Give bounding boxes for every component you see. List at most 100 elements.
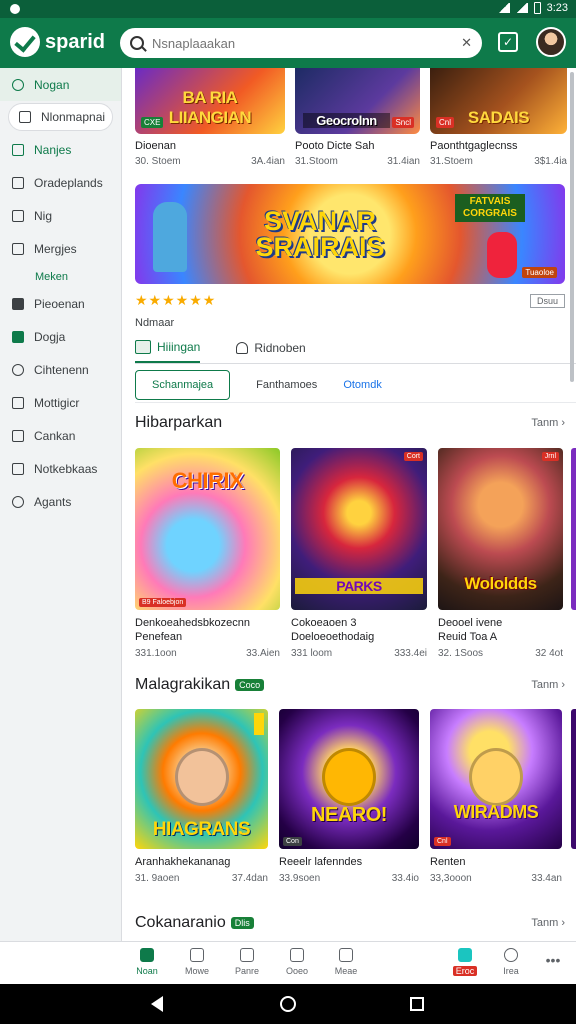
tab-notifications[interactable]: Ridnoben [236, 336, 306, 363]
scrollbar[interactable] [570, 72, 574, 382]
sidebar-item-grid[interactable]: Notkebkaas [0, 452, 121, 485]
chip-filter[interactable]: Fanthamoes [256, 379, 317, 391]
nav-item-bookmark[interactable]: Mowe [172, 948, 222, 976]
tab-bar: Hiiingan Ridnoben [135, 336, 576, 364]
nav-item-more[interactable]: ••• [528, 952, 576, 968]
sidebar-item-label: Cihtenenn [34, 362, 89, 377]
back-icon[interactable] [151, 996, 163, 1012]
chip-filter[interactable]: Schanmajea [135, 369, 231, 400]
game-card[interactable]: NEARO! Con Reeelr lafenndes 33.9soen 33.4… [279, 709, 419, 884]
game-thumbnail[interactable]: Wololdds Jrnl [438, 448, 563, 610]
game-thumbnail[interactable]: SADAIS Cnl [430, 68, 567, 134]
game-count: 331.1oon [135, 648, 177, 659]
home-circle-icon[interactable] [280, 996, 296, 1012]
game-badge: CXE [141, 117, 164, 128]
sidebar-item-checklist[interactable]: Nig [0, 199, 121, 232]
nav-item-home[interactable]: Noan [122, 948, 172, 976]
more-label: Tanm [531, 917, 559, 929]
game-card[interactable]: CHIRIX B9 Faloebjon Denkoeahedsbkozecnn … [135, 448, 280, 659]
game-price: 33.4io [391, 873, 419, 884]
game-thumbnail[interactable]: WIRADMS Cnl [430, 709, 562, 849]
ad-chip[interactable]: Dsuu [529, 294, 565, 308]
featured-banner[interactable]: SVANAR SRAIRAIS FATVAIS CORGRAIS Tuaoloe [135, 184, 565, 284]
game-badge: Jrnl [541, 452, 559, 461]
nav-item-news[interactable]: Meae [321, 948, 371, 976]
bottom-nav: Noan Mowe Panre Ooeo Meae Eroc Irea ••• [0, 941, 576, 984]
sidebar-item-settings[interactable]: Agants [0, 485, 121, 518]
sidebar-item-label: Mottigicr [34, 395, 80, 410]
game-price: 31.4ian [387, 156, 420, 167]
checkbox-icon[interactable]: ✓ [498, 32, 518, 52]
game-subtitle: Doeloeoethodaig [291, 631, 375, 643]
game-thumbnail[interactable]: NEARO! Con [279, 709, 419, 849]
banner-subtitle: Ndmaar [135, 317, 175, 329]
sidebar-item-games[interactable]: Oradeplands [0, 166, 121, 199]
game-thumbnail[interactable]: BA RIA LIIANGIAN CXE [135, 68, 285, 134]
avatar[interactable] [536, 27, 566, 57]
battery-icon [533, 2, 541, 14]
game-count: 331 loom [291, 648, 333, 659]
app-logo[interactable]: sparid [10, 27, 105, 57]
tab-library[interactable]: Hiiingan [135, 336, 201, 363]
sidebar-item-edit-box[interactable]: Mottigicr [0, 386, 121, 419]
search-icon [12, 78, 24, 91]
sidebar-item-search[interactable]: Nogan [0, 68, 121, 101]
sidebar-item-label: Cankan [34, 428, 76, 443]
game-count: 31.Stoom [295, 156, 338, 167]
nav-item-chat[interactable]: Ooeo [272, 948, 322, 976]
section-more-link[interactable]: Tanm › [531, 417, 565, 429]
game-art-title: BA RIA LIIANGIAN [168, 88, 252, 127]
clock-icon [12, 363, 24, 376]
section-more-link[interactable]: Tanm › [531, 679, 565, 691]
logo-check-icon [10, 27, 40, 57]
filter-chips: Schanmajea Fanthamoes Otomdk [135, 367, 576, 403]
game-thumbnail[interactable]: CHIRIX B9 Faloebjon [135, 448, 280, 610]
system-nav-bar [0, 984, 576, 1024]
game-count: 31. 9aoen [135, 873, 180, 884]
game-badge: Cnl [436, 117, 455, 128]
section-more-link[interactable]: Tanm › [531, 917, 565, 929]
game-thumbnail[interactable]: HIAGRANS [135, 709, 268, 849]
game-thumbnail[interactable]: PARKS Cort [291, 448, 427, 610]
game-card[interactable]: Wololdds Jrnl Deooel ivene Reuid Toa A 3… [438, 448, 563, 659]
game-thumbnail[interactable]: Geocrolnn Sncl [295, 68, 420, 134]
sidebar-item-library[interactable]: Nanjes [0, 133, 121, 166]
search-bar[interactable]: ✕ [120, 28, 482, 58]
card-icon [12, 429, 24, 442]
game-card[interactable]: WIRADMS Cnl Renten 33,3ooon 33.4an [430, 709, 562, 884]
nav-item-screen[interactable]: Eroc [440, 948, 490, 976]
main-content: BA RIA LIIANGIAN CXE Dioenan 30. Stoem 3A… [122, 68, 576, 941]
clear-icon[interactable]: ✕ [461, 35, 472, 51]
game-card[interactable]: HIAGRANS Aranhakhekananag 31. 9aoen 37.4d… [135, 709, 268, 884]
sidebar-item-card[interactable]: Cankan [0, 419, 121, 452]
game-card[interactable]: BA RIA LIIANGIAN CXE Dioenan 30. Stoem 3A… [135, 68, 285, 167]
recents-icon[interactable] [410, 997, 424, 1011]
game-art-title: NEARO! [311, 804, 387, 826]
settings-icon [12, 495, 24, 508]
sidebar-item-label: Nogan [34, 77, 70, 92]
game-art-title: PARKS [295, 578, 423, 594]
star-box-icon [12, 330, 24, 343]
sidebar-item-star[interactable]: Dogja [0, 320, 121, 353]
sidebar-item-edit[interactable]: Mergjes [0, 232, 121, 265]
game-title: Dioenan [135, 140, 176, 152]
game-badge: Cort [403, 452, 423, 461]
search-input[interactable] [152, 35, 454, 51]
game-title: Deooel ivene [438, 617, 503, 629]
sidebar-item-clock[interactable]: Cihtenenn [0, 353, 121, 386]
game-badge: Cnl [434, 837, 451, 846]
sidebar-item-tag[interactable]: Pieoenan [0, 287, 121, 320]
section-tag: Coco [235, 678, 265, 691]
nav-item-label[interactable]: Panre [222, 948, 272, 976]
sidebar-item-home[interactable]: Nlonmapnai [8, 103, 113, 131]
game-title: Renten [430, 856, 466, 868]
game-badge: Con [283, 837, 302, 846]
game-card[interactable]: SADAIS Cnl Paonthtgaglecnss 31.Stoem 3$1.… [430, 68, 567, 167]
game-card[interactable]: PARKS Cort Cokoeaoen 3 Doeloeoethodaig 3… [291, 448, 427, 659]
nav-label: Irea [503, 966, 519, 976]
nav-label: Ooeo [285, 966, 309, 976]
chip-filter[interactable]: Otomdk [343, 379, 382, 391]
banner-art-title: SVANAR SRAIRAIS [255, 206, 385, 262]
game-title: Denkoeahedsbkozecnn [135, 617, 250, 629]
game-card[interactable]: Geocrolnn Sncl Pooto Dicte Sah 31.Stoom 3… [295, 68, 420, 167]
